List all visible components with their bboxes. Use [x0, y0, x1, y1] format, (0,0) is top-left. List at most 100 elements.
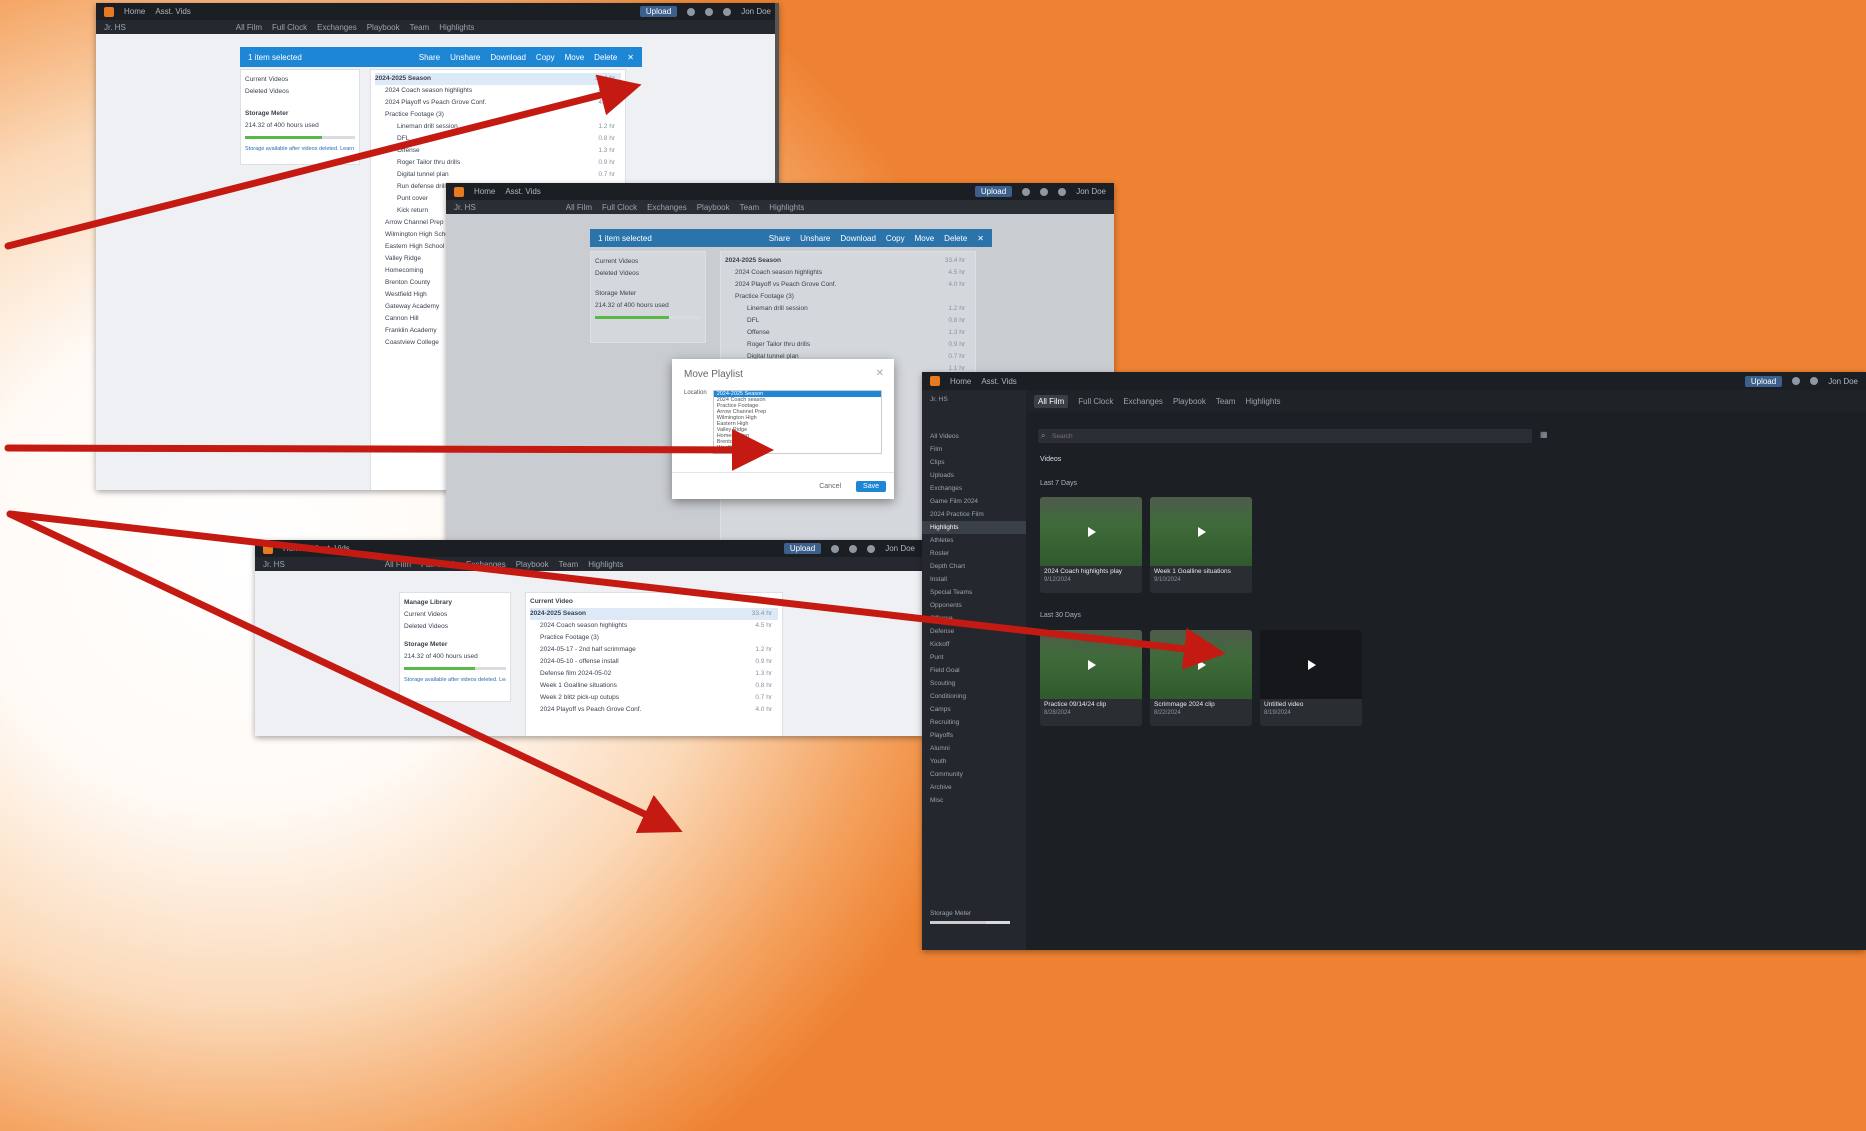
tree-row[interactable]: Week 2 blitz pick-up cutups 0.7 hr [530, 692, 778, 704]
nav-current-videos[interactable]: Current Videos [245, 74, 355, 86]
sidebar-folder[interactable]: Roster [922, 547, 1026, 560]
sidebar-folder[interactable]: Uploads [922, 469, 1026, 482]
season-row[interactable]: 2024-2025 Season 33.4 hr [375, 73, 621, 85]
delete-button[interactable]: Delete [944, 234, 967, 243]
subnav-item[interactable]: Full Clock [602, 203, 637, 212]
tree-row[interactable]: 2024 Playoff vs Peach Grove Conf. 4.0 hr [530, 704, 778, 716]
nav-current-videos[interactable]: Current Videos [404, 609, 506, 621]
sidebar-folder[interactable]: Clips [922, 456, 1026, 469]
cancel-button[interactable]: Cancel [812, 481, 848, 492]
sidebar-folder[interactable]: Recruiting [922, 716, 1026, 729]
sidebar-folder[interactable]: Playoffs [922, 729, 1026, 742]
subnav-item[interactable]: Team [740, 203, 760, 212]
sidebar-folder[interactable]: Defense [922, 625, 1026, 638]
subnav-item[interactable]: Playbook [367, 23, 400, 32]
sidebar-folder[interactable]: Film [922, 443, 1026, 456]
video-card[interactable]: Practice 09/14/24 clip 8/28/2024 [1040, 630, 1142, 726]
sidebar-folder[interactable]: Archive [922, 781, 1026, 794]
tree-row[interactable]: 2024-05-17 - 2nd half scrimmage 1.2 hr [530, 644, 778, 656]
search-input[interactable] [1050, 430, 1494, 442]
sidebar-folder[interactable]: Youth [922, 755, 1026, 768]
tree-row[interactable]: Offense 1.3 hr [375, 145, 621, 157]
tree-row[interactable]: Defense film 2024-05-02 1.3 hr [530, 668, 778, 680]
season-row[interactable]: 2024-2025 Season 33.4 hr [725, 255, 971, 267]
nav-deleted-videos[interactable]: Deleted Videos [595, 268, 701, 280]
sidebar-folder[interactable]: All Videos [922, 430, 1026, 443]
tree-row[interactable]: Practice Footage (3) [530, 632, 778, 644]
storage-note[interactable]: Storage available after videos deleted. … [245, 143, 355, 155]
nav-deleted-videos[interactable]: Deleted Videos [404, 621, 506, 633]
save-button[interactable]: Save [856, 480, 886, 492]
chat-icon[interactable] [705, 7, 714, 16]
sidebar-folder[interactable]: 2024 Practice Film [922, 508, 1026, 521]
subnav-item[interactable]: Team [559, 560, 579, 569]
sidebar-folder[interactable]: Conditioning [922, 690, 1026, 703]
upload-button[interactable]: Upload [1744, 375, 1783, 387]
location-select[interactable]: 2024-2025 Season 2024 Coach season Practic… [712, 390, 882, 454]
bell-icon[interactable] [687, 7, 696, 16]
user-name[interactable]: Jon Doe [741, 7, 771, 16]
tree-row[interactable]: Practice Footage (3) [375, 109, 621, 121]
close-icon[interactable]: ✕ [977, 234, 984, 243]
unshare-button[interactable]: Unshare [450, 53, 480, 62]
storage-note[interactable]: Storage available after videos deleted. … [404, 674, 506, 686]
tab-item[interactable]: Team [1216, 397, 1236, 406]
avatar[interactable] [1058, 187, 1067, 196]
subnav-item[interactable]: Exchanges [466, 560, 506, 569]
nav-home[interactable]: Home [283, 544, 304, 553]
tree-row[interactable]: 2024 Coach season highlights 4.5 hr [530, 620, 778, 632]
subnav-item[interactable]: Highlights [439, 23, 474, 32]
subnav-item[interactable]: Highlights [769, 203, 804, 212]
upload-button[interactable]: Upload [783, 543, 822, 554]
video-card[interactable]: Untitled video 8/19/2024 [1260, 630, 1362, 726]
sidebar-folder[interactable]: Highlights [922, 521, 1026, 534]
subnav-item[interactable]: Playbook [697, 203, 730, 212]
sidebar-folder[interactable]: Athletes [922, 534, 1026, 547]
play-icon[interactable] [1088, 659, 1096, 670]
tree-row[interactable]: Practice Footage (3) [725, 291, 971, 303]
tree-row[interactable]: 2024 Coach season highlights 4.5 hr [725, 267, 971, 279]
sidebar-folder[interactable]: Field Goal [922, 664, 1026, 677]
sidebar-folder[interactable]: Offense [922, 612, 1026, 625]
subnav-item[interactable]: Team [410, 23, 430, 32]
user-name[interactable]: Jon Doe [1828, 377, 1858, 386]
bell-icon[interactable] [1022, 187, 1031, 196]
sidebar-folder[interactable]: Special Teams [922, 586, 1026, 599]
sidebar-folder[interactable]: Alumni [922, 742, 1026, 755]
search-bar[interactable]: ⌕ [1038, 429, 1532, 443]
tree-row[interactable]: Roger Tailor thru drills 0.9 hr [725, 339, 971, 351]
tree-row[interactable]: 2024 Playoff vs Peach Grove Conf. 4.0 hr [725, 279, 971, 291]
tree-row[interactable]: Offense 1.3 hr [725, 327, 971, 339]
sidebar-folder[interactable]: Game Film 2024 [922, 495, 1026, 508]
tab-item[interactable]: Playbook [1173, 397, 1206, 406]
video-card[interactable]: Scrimmage 2024 clip 8/22/2024 [1150, 630, 1252, 726]
play-icon[interactable] [1198, 659, 1206, 670]
upload-button[interactable]: Upload [974, 186, 1013, 197]
download-button[interactable]: Download [490, 53, 526, 62]
tree-row[interactable]: 2024 Playoff vs Peach Grove Conf. 4.0 hr [375, 97, 621, 109]
nav-home[interactable]: Home [474, 187, 495, 196]
nav-library[interactable]: Asst. Vids [505, 187, 540, 196]
chat-icon[interactable] [849, 544, 858, 553]
close-icon[interactable]: ✕ [627, 53, 634, 62]
sidebar-folder[interactable]: Opponents [922, 599, 1026, 612]
chat-icon[interactable] [1792, 377, 1801, 385]
move-button[interactable]: Move [915, 234, 935, 243]
subnav-item[interactable]: Exchanges [317, 23, 357, 32]
user-name[interactable]: Jon Doe [885, 544, 915, 553]
download-button[interactable]: Download [840, 234, 876, 243]
avatar[interactable] [723, 7, 732, 16]
unshare-button[interactable]: Unshare [800, 234, 830, 243]
share-button[interactable]: Share [419, 53, 440, 62]
subnav-item[interactable]: Playbook [516, 560, 549, 569]
season-row[interactable]: 2024-2025 Season 33.4 hr [530, 608, 778, 620]
sidebar-folder[interactable]: Install [922, 573, 1026, 586]
upload-button[interactable]: Upload [639, 6, 678, 17]
video-card[interactable]: 2024 Coach highlights play 9/12/2024 [1040, 497, 1142, 593]
sidebar-folder[interactable]: Exchanges [922, 482, 1026, 495]
tree-row[interactable]: Roger Tailor thru drills 0.9 hr [375, 157, 621, 169]
subnav-item[interactable]: All Film [385, 560, 411, 569]
nav-current-videos[interactable]: Current Videos [595, 256, 701, 268]
user-name[interactable]: Jon Doe [1076, 187, 1106, 196]
bell-icon[interactable] [831, 544, 840, 553]
